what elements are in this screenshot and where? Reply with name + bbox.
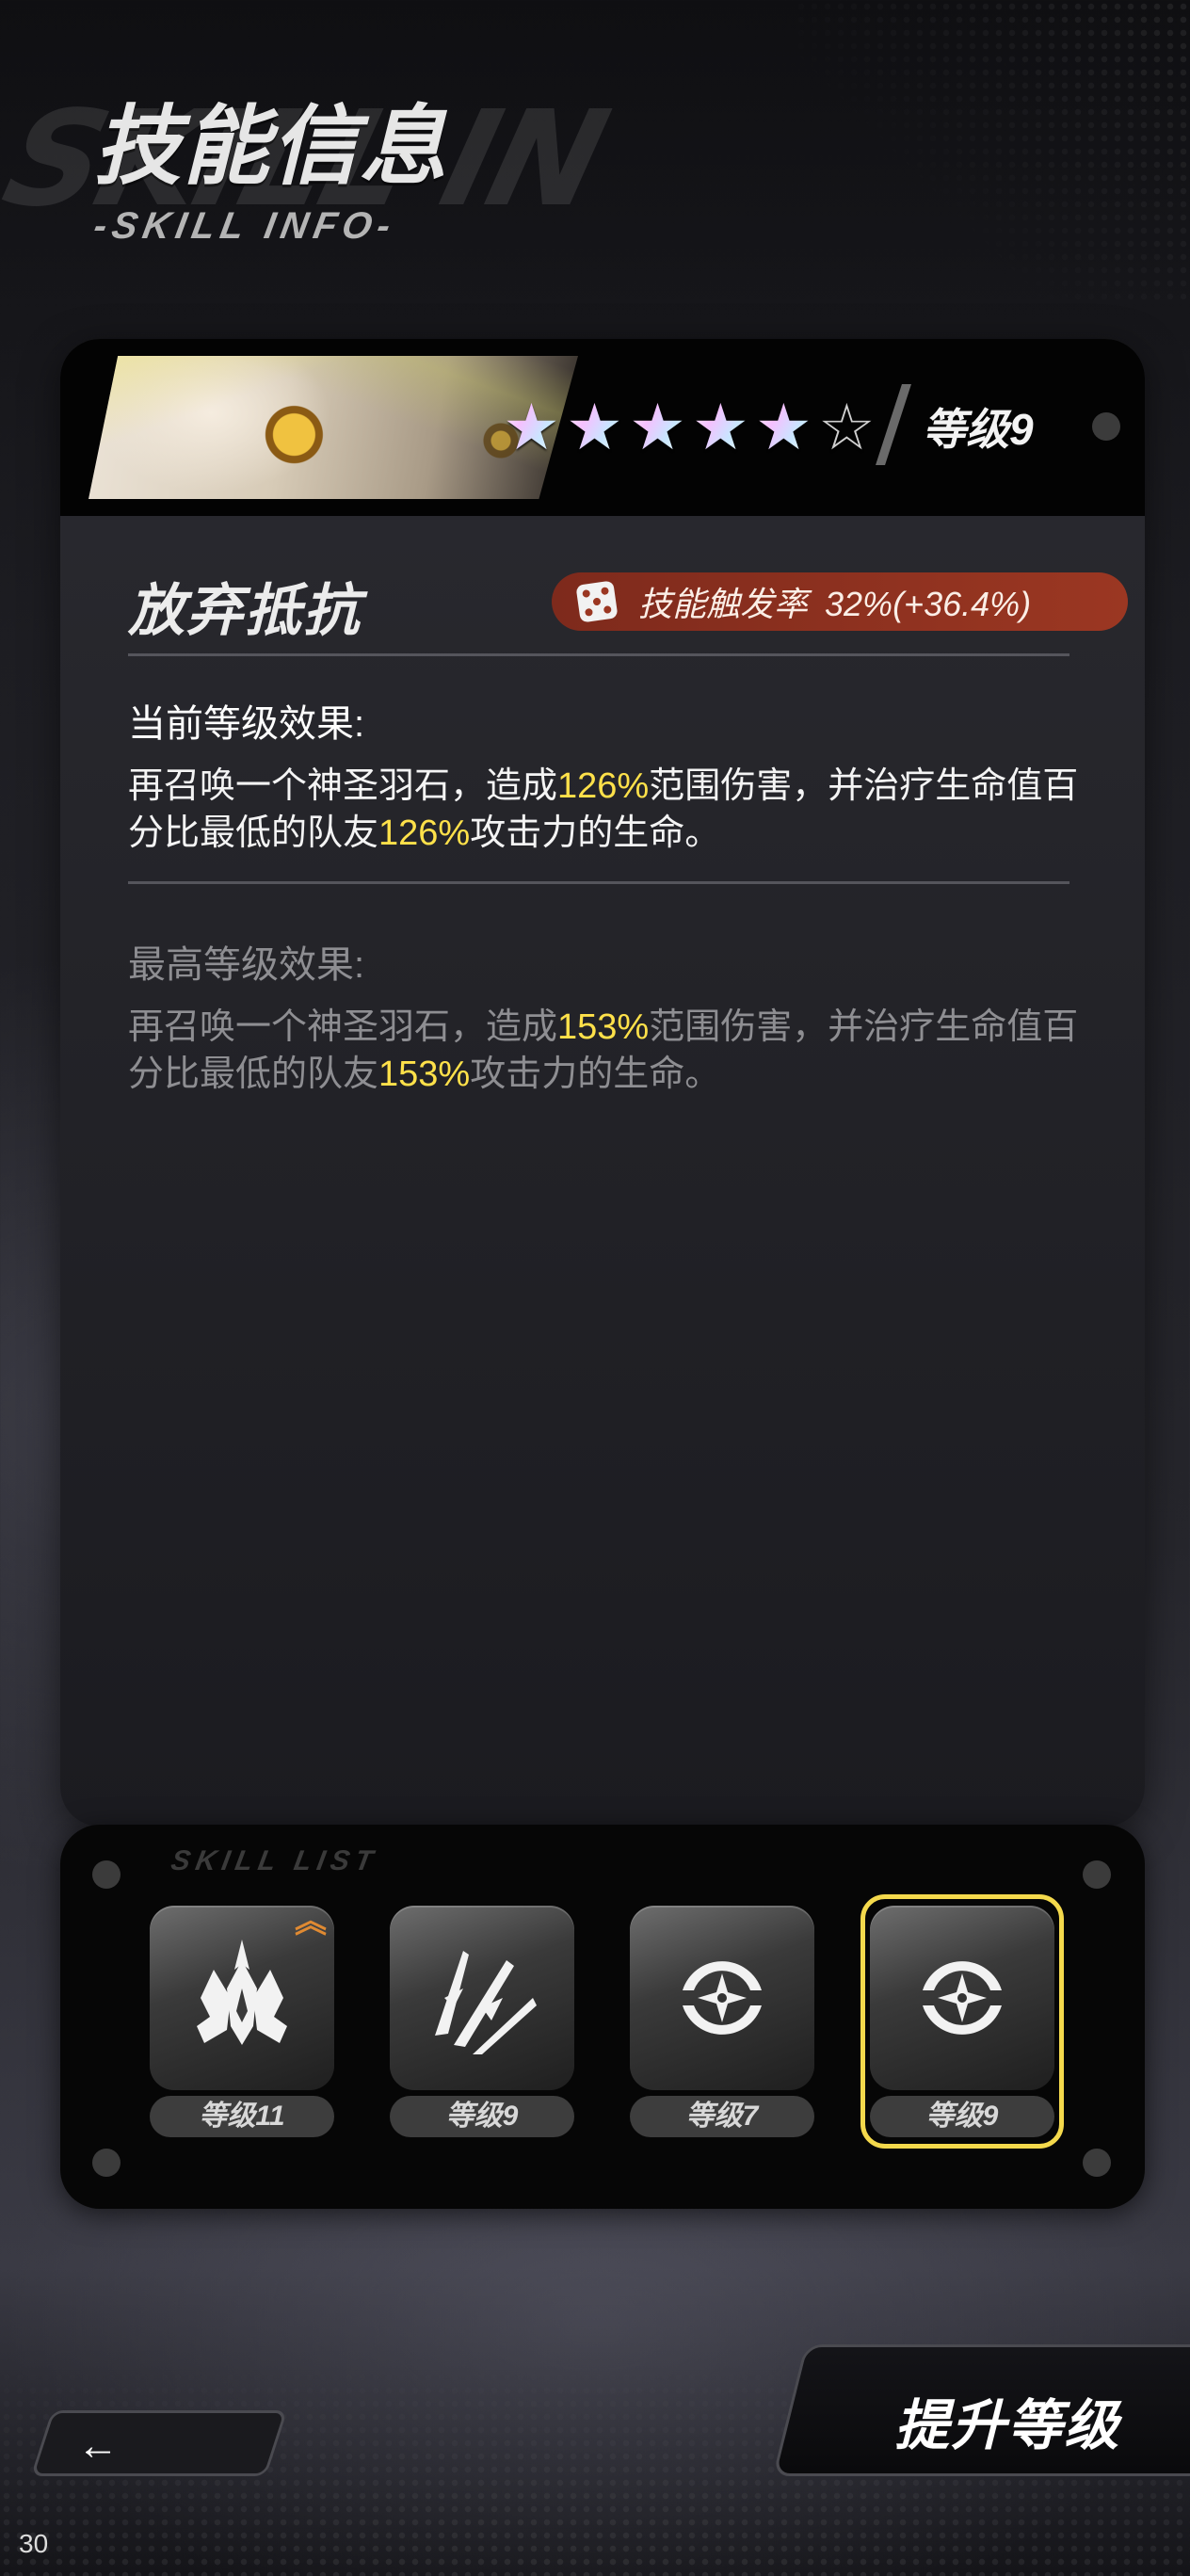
star-rating: ★ ★ ★ ★ ★ ☆ [503, 395, 876, 459]
skill-tile[interactable] [390, 1906, 574, 2090]
skill-slot[interactable]: 等级9 [390, 1906, 574, 2145]
skill-slot-level: 等级9 [870, 2096, 1054, 2137]
back-button[interactable]: ← [30, 2410, 288, 2476]
skill-slot-level: 等级9 [390, 2096, 574, 2137]
skill-slot-level: 等级11 [150, 2096, 334, 2137]
feather-claw-icon [435, 1951, 537, 2054]
page-header: SKILL IN 技能信息 -SKILL INFO- [0, 83, 716, 254]
page-subtitle: -SKILL INFO- [90, 205, 400, 247]
skill-level-label: 等级9 [923, 405, 1034, 454]
skill-slot-selected[interactable]: 等级9 [860, 1894, 1064, 2149]
star-icon: ★ [565, 392, 623, 463]
upgrade-available-icon: ︽ [295, 1904, 327, 1940]
skill-tile[interactable] [630, 1906, 814, 2090]
cross-ring-icon [683, 1961, 762, 2035]
page-number: 30 [19, 2529, 49, 2558]
star-icon: ★ [754, 392, 812, 463]
skill-list-watermark: SKILL LIST [169, 1845, 381, 1876]
skill-tile[interactable] [870, 1906, 1054, 2090]
upgrade-level-label: 提升等级 [894, 2395, 1121, 2456]
skill-card-header: ★ ★ ★ ★ ★ ☆ 等级9 [60, 339, 1145, 516]
cross-ring-icon [923, 1961, 1002, 2035]
current-effect-title: 当前等级效果: [128, 703, 365, 745]
empty-star-icon: ☆ [817, 392, 876, 463]
rivet-decoration [1083, 1860, 1111, 1889]
skill-name: 放弃抵抗 [128, 579, 362, 642]
skill-tile[interactable]: ︽ [150, 1906, 334, 2090]
max-effect-desc: 再召唤一个神圣羽石，造成153%范围伤害，并治疗生命值百分比最低的队友153%攻… [128, 1007, 1079, 1094]
trigger-rate-label: 技能触发率 [638, 585, 809, 623]
rivet-decoration [1092, 412, 1120, 441]
upgrade-level-button[interactable]: 提升等级 [772, 2344, 1190, 2476]
rivet-decoration [92, 1860, 121, 1889]
trigger-rate-badge: 技能触发率 32%(+36.4%) [552, 572, 1128, 631]
rivet-decoration [1083, 2149, 1111, 2177]
halftone-decoration [795, 0, 1190, 301]
skill-slot-level: 等级7 [630, 2096, 814, 2137]
skill-list: SKILL LIST ︽ 等级11 等级9 等级7 等级9 [60, 1825, 1145, 2209]
crown-spike-icon [197, 1940, 287, 2045]
page-title: 技能信息 [94, 99, 449, 195]
star-icon: ★ [503, 392, 560, 463]
back-arrow-icon: ← [77, 2423, 120, 2469]
divider [128, 653, 1069, 656]
trigger-rate-value: 32%(+36.4%) [825, 585, 1032, 623]
current-effect-desc: 再召唤一个神圣羽石，造成126%范围伤害，并治疗生命值百分比最低的队友126%攻… [128, 766, 1079, 853]
rivet-decoration [92, 2149, 121, 2177]
skill-detail-panel: ★ ★ ★ ★ ★ ☆ 等级9 放弃抵抗 技能触发率 32%(+36.4%) 当前… [60, 339, 1145, 1827]
skill-slot[interactable]: 等级7 [630, 1906, 814, 2145]
dice-icon [575, 580, 619, 623]
star-icon: ★ [628, 392, 686, 463]
skill-slot[interactable]: ︽ 等级11 [150, 1906, 334, 2145]
divider-slash [876, 384, 911, 465]
divider [128, 881, 1069, 884]
max-effect-title: 最高等级效果: [128, 944, 365, 986]
star-icon: ★ [691, 392, 749, 463]
